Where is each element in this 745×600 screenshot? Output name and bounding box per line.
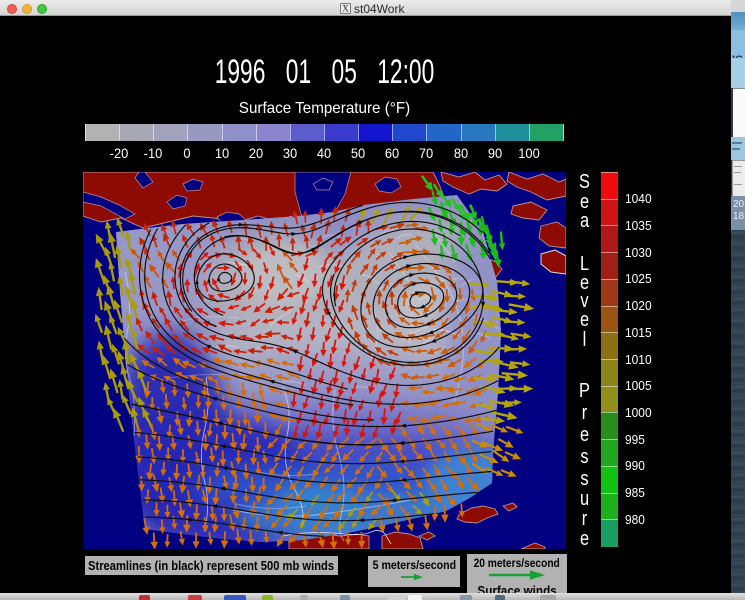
svg-text:X: X [342,4,349,14]
